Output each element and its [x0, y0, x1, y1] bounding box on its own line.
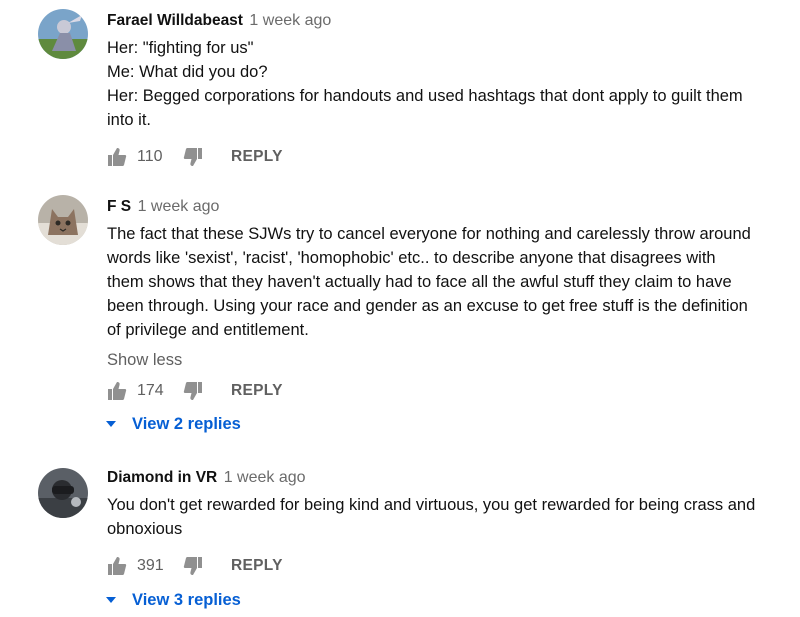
- comment-actions: 174 REPLY: [107, 379, 283, 403]
- view-replies-button[interactable]: View 2 replies: [104, 412, 241, 436]
- thumbs-up-icon[interactable]: [107, 381, 127, 401]
- avatar[interactable]: [38, 9, 88, 59]
- comment-feed: Farael Willdabeast 1 week ago Her: "figh…: [0, 0, 800, 617]
- comment-line: obnoxious: [107, 520, 183, 538]
- show-less-button[interactable]: Show less: [107, 348, 780, 372]
- comment-text: Her: "fighting for us" Me: What did you …: [107, 36, 780, 132]
- comment-line: words like 'sexist', 'racist', 'homophob…: [107, 249, 716, 267]
- reply-button[interactable]: REPLY: [231, 148, 283, 166]
- comment-line: Me: What did you do?: [107, 63, 268, 81]
- comment-line: Her: "fighting for us": [107, 39, 254, 57]
- comment-line: of privilege and entitlement.: [107, 321, 309, 339]
- comment-author[interactable]: Farael Willdabeast: [107, 12, 243, 29]
- comment-actions: 391 REPLY: [107, 554, 283, 578]
- view-replies-label: View 2 replies: [132, 414, 241, 433]
- comment-author[interactable]: Diamond in VR: [107, 469, 217, 486]
- view-replies-label: View 3 replies: [132, 590, 241, 609]
- thumbs-up-icon[interactable]: [107, 147, 127, 167]
- comment-line: You don't get rewarded for being kind an…: [107, 496, 756, 514]
- caret-down-icon: [104, 593, 118, 607]
- comment-line: into it.: [107, 111, 152, 129]
- comment-line: The fact that these SJWs try to cancel e…: [107, 225, 751, 243]
- comment-line: Her: Begged corporations for handouts an…: [107, 87, 743, 105]
- comment-text: The fact that these SJWs try to cancel e…: [107, 222, 780, 342]
- view-replies-button[interactable]: View 3 replies: [104, 588, 241, 612]
- reply-button[interactable]: REPLY: [231, 557, 283, 575]
- comment-line: them shows that they haven't actually ha…: [107, 273, 732, 291]
- comment-timestamp[interactable]: 1 week ago: [224, 469, 306, 486]
- comment-author[interactable]: F S: [107, 198, 131, 215]
- reply-button[interactable]: REPLY: [231, 382, 283, 400]
- thumbs-down-icon[interactable]: [183, 147, 203, 167]
- thumbs-down-icon[interactable]: [183, 381, 203, 401]
- comment-actions: 110 REPLY: [107, 145, 283, 169]
- comment-timestamp[interactable]: 1 week ago: [138, 198, 220, 215]
- like-count: 391: [137, 557, 164, 574]
- avatar[interactable]: [38, 468, 88, 518]
- thumbs-down-icon[interactable]: [183, 556, 203, 576]
- like-count: 110: [137, 148, 163, 165]
- comment-timestamp[interactable]: 1 week ago: [249, 12, 331, 29]
- like-count: 174: [137, 382, 164, 399]
- caret-down-icon: [104, 417, 118, 431]
- thumbs-up-icon[interactable]: [107, 556, 127, 576]
- avatar[interactable]: [38, 195, 88, 245]
- comment-text: You don't get rewarded for being kind an…: [107, 493, 780, 541]
- comment-line: been through. Using your race and gender…: [107, 297, 748, 315]
